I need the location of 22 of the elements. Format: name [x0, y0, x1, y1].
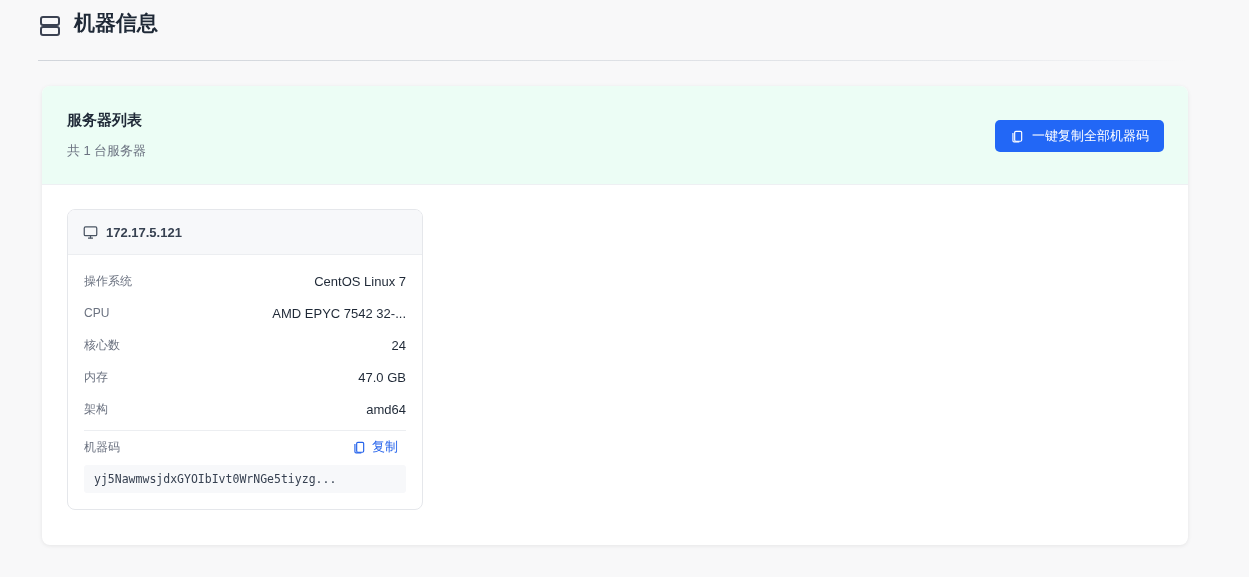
field-label: CPU — [84, 306, 110, 320]
monitor-icon — [83, 224, 98, 240]
field-label: 机器码 — [84, 438, 120, 456]
field-value: CentOS Linux 7 — [314, 273, 406, 289]
field-label: 内存 — [84, 368, 108, 386]
copy-button[interactable]: 复制 — [352, 438, 406, 456]
field-label: 操作系统 — [84, 272, 132, 290]
field-value: AMD EPYC 7542 32-... — [272, 305, 406, 321]
copy-all-button[interactable]: 一键复制全部机器码 — [995, 120, 1164, 152]
field-label: 架构 — [84, 400, 108, 418]
server-icon — [38, 14, 62, 38]
field-label: 核心数 — [84, 336, 120, 354]
panel-title: 服务器列表 — [67, 110, 143, 130]
machine-code: yj5NawmwsjdxGYOIbIvt0WrNGe5tiyzg... — [84, 465, 406, 493]
copy-icon — [1010, 129, 1024, 143]
field-value: 47.0 GB — [358, 369, 406, 385]
field-value: amd64 — [366, 401, 406, 417]
page-title: 机器信息 — [74, 10, 158, 36]
copy-icon — [352, 440, 366, 454]
server-ip: 172.17.5.121 — [106, 224, 182, 240]
field-value: 24 — [391, 337, 406, 353]
server-count: 共 1 台服务器 — [67, 141, 147, 160]
